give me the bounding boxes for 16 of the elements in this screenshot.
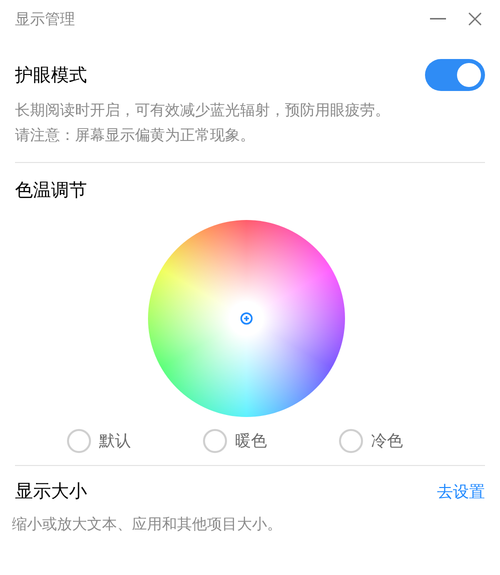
settings-link[interactable]: 去设置: [437, 480, 485, 504]
section-title: 色温调节: [15, 179, 87, 203]
section-title: 显示大小: [15, 480, 87, 504]
radio-button[interactable]: [339, 429, 363, 453]
crosshair-icon[interactable]: [240, 312, 252, 325]
section-title: 护眼模式: [15, 64, 87, 88]
toggle-switch[interactable]: [425, 59, 485, 91]
radio-button[interactable]: [67, 429, 91, 453]
radio-label: 冷色: [371, 430, 403, 452]
description-text: 缩小或放大文本、应用和其他项目大小。: [12, 514, 283, 535]
radio-label: 默认: [99, 430, 131, 452]
close-icon[interactable]: [468, 12, 482, 26]
radio-button[interactable]: [203, 429, 227, 453]
description-text: 长期阅读时开启，可有效减少蓝光辐射，预防用眼疲劳。 请注意：屏幕显示偏黄为正常现象。: [15, 100, 391, 146]
radio-label: 暖色: [235, 430, 267, 452]
window-title: 显示管理: [15, 8, 75, 30]
